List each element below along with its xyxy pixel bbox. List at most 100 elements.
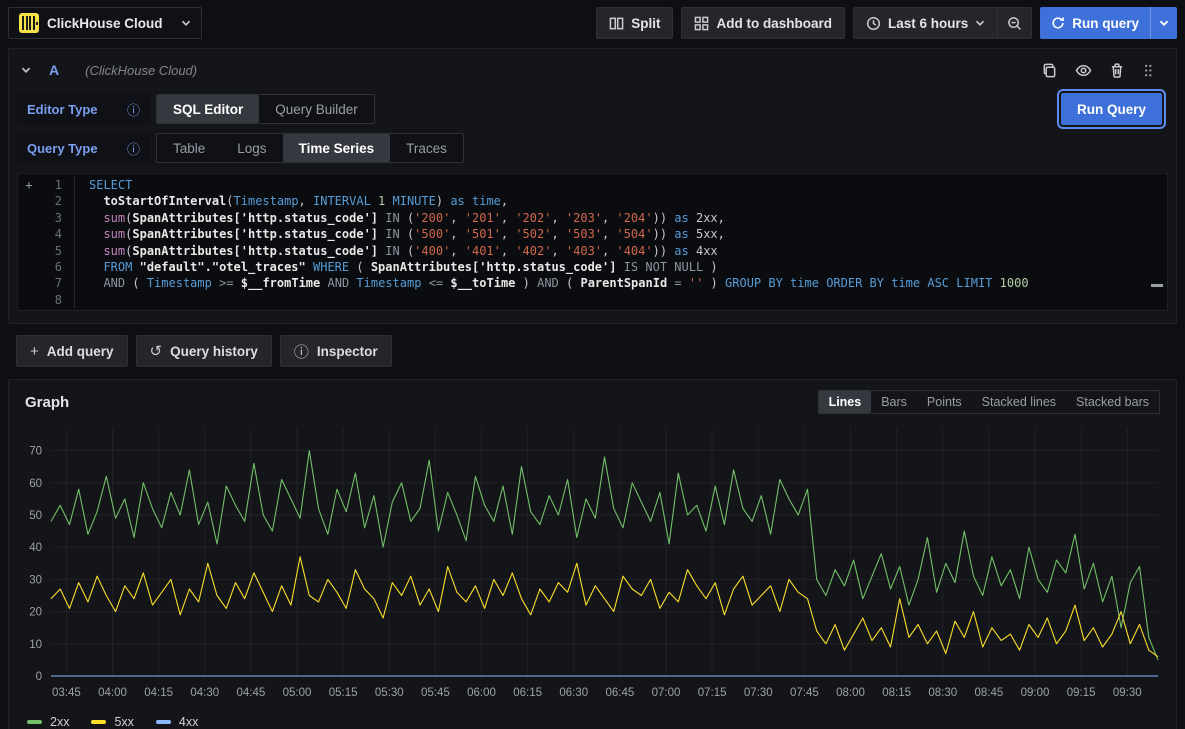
x-axis-tick-label: 06:30 — [559, 687, 588, 699]
query-type-time-series[interactable]: Time Series — [283, 134, 391, 162]
graph-mode-points[interactable]: Points — [917, 391, 972, 413]
graph-mode-lines[interactable]: Lines — [819, 391, 872, 413]
code-line-8[interactable]: 8 — [18, 292, 1167, 308]
run-query-dropdown-button[interactable] — [1151, 18, 1177, 28]
x-axis-tick-label: 08:30 — [928, 687, 957, 699]
line-number: 3 — [40, 210, 66, 226]
x-axis-tick-label: 06:45 — [605, 687, 634, 699]
gutter-add-icon — [18, 259, 40, 275]
y-axis-tick-label: 70 — [29, 446, 42, 458]
editor-type-sql-editor[interactable]: SQL Editor — [157, 95, 259, 123]
legend-label: 2xx — [50, 715, 69, 729]
x-axis-tick-label: 04:45 — [236, 687, 265, 699]
time-range-picker[interactable]: Last 6 hours — [853, 7, 998, 39]
gutter-add-icon — [18, 292, 40, 308]
line-number: 5 — [40, 243, 66, 259]
graph-panel-header: Graph LinesBarsPointsStacked linesStacke… — [17, 390, 1168, 414]
inspector-button[interactable]: ⓘ Inspector — [280, 335, 392, 367]
x-axis-tick-label: 03:45 — [52, 687, 81, 699]
graph-mode-bars[interactable]: Bars — [871, 391, 917, 413]
code-text — [74, 292, 1167, 308]
query-type-toggle: TableLogsTime SeriesTraces — [156, 133, 464, 163]
run-query-split-button: Run query — [1040, 7, 1177, 39]
y-axis-tick-label: 20 — [29, 607, 42, 619]
add-query-button[interactable]: + Add query — [16, 335, 128, 367]
line-number: 7 — [40, 275, 66, 291]
toggle-visibility-eye-icon[interactable] — [1075, 63, 1092, 78]
gutter-add-icon — [18, 210, 40, 226]
split-label: Split — [631, 16, 660, 31]
query-type-traces[interactable]: Traces — [390, 134, 463, 162]
chevron-down-icon — [181, 18, 191, 28]
code-text: FROM "default"."otel_traces" WHERE ( Spa… — [74, 259, 1167, 275]
y-axis-tick-label: 40 — [29, 542, 42, 554]
query-datasource-hint: (ClickHouse Cloud) — [85, 63, 1042, 78]
collapse-chevron-icon[interactable] — [21, 65, 31, 75]
legend-item-2xx[interactable]: 2xx — [27, 715, 69, 729]
info-icon[interactable]: ⓘ — [127, 139, 140, 158]
top-toolbar: ClickHouse Cloud Split Add to dashboard … — [0, 0, 1185, 46]
graph-mode-stacked-bars[interactable]: Stacked bars — [1066, 391, 1159, 413]
query-editor-panel: A (ClickHouse Cloud) Editor Type ⓘ SQL E… — [8, 48, 1177, 324]
duplicate-query-icon[interactable] — [1042, 63, 1057, 78]
gutter-add-icon — [18, 226, 40, 242]
code-text: toStartOfInterval(Timestamp, INTERVAL 1 … — [74, 193, 1167, 209]
editor-type-row: Editor Type ⓘ SQL EditorQuery Builder Ru… — [17, 93, 1168, 125]
x-axis-tick-label: 04:00 — [98, 687, 127, 699]
legend-item-4xx[interactable]: 4xx — [156, 715, 198, 729]
legend-color-swatch — [27, 720, 42, 724]
x-axis-tick-label: 05:00 — [283, 687, 312, 699]
magnifier-minus-icon — [1007, 16, 1022, 31]
code-text: sum(SpanAttributes['http.status_code'] I… — [74, 210, 1167, 226]
code-line-5[interactable]: 5 sum(SpanAttributes['http.status_code']… — [18, 243, 1167, 259]
delete-query-trash-icon[interactable] — [1110, 63, 1124, 78]
y-axis-tick-label: 50 — [29, 510, 42, 522]
run-query-label: Run query — [1072, 16, 1139, 31]
datasource-picker[interactable]: ClickHouse Cloud — [8, 7, 202, 39]
query-type-logs[interactable]: Logs — [221, 134, 282, 162]
run-query-button[interactable]: Run query — [1040, 16, 1150, 31]
drag-handle-grip-icon[interactable] — [1142, 63, 1154, 78]
line-number: 6 — [40, 259, 66, 275]
query-history-button[interactable]: ↺ Query history — [136, 335, 272, 367]
add-to-dashboard-button[interactable]: Add to dashboard — [681, 7, 845, 39]
x-axis-tick-label: 04:30 — [190, 687, 219, 699]
code-line-7[interactable]: 7 AND ( Timestamp >= $__fromTime AND Tim… — [18, 275, 1167, 291]
code-line-4[interactable]: 4 sum(SpanAttributes['http.status_code']… — [18, 226, 1167, 242]
code-line-6[interactable]: 6 FROM "default"."otel_traces" WHERE ( S… — [18, 259, 1167, 275]
time-range-label: Last 6 hours — [888, 16, 968, 31]
gutter-add-icon — [18, 193, 40, 209]
editor-cursor-marker — [1151, 284, 1163, 287]
time-series-chart[interactable]: 01020304050607003:4504:0004:1504:3004:45… — [17, 418, 1168, 710]
zoom-out-time-button[interactable] — [998, 7, 1032, 39]
graph-style-toggle: LinesBarsPointsStacked linesStacked bars — [818, 390, 1160, 414]
legend-color-swatch — [91, 720, 106, 724]
query-ref-id[interactable]: A — [49, 62, 59, 78]
gutter-add-icon — [18, 243, 40, 259]
code-line-2[interactable]: 2 toStartOfInterval(Timestamp, INTERVAL … — [18, 193, 1167, 209]
x-axis-tick-label: 07:30 — [744, 687, 773, 699]
query-type-row: Query Type ⓘ TableLogsTime SeriesTraces — [17, 133, 1168, 163]
dashboard-grid-icon — [694, 16, 709, 31]
history-icon: ↺ — [150, 342, 163, 360]
legend-item-5xx[interactable]: 5xx — [91, 715, 133, 729]
graph-mode-stacked-lines[interactable]: Stacked lines — [972, 391, 1066, 413]
sql-code-editor[interactable]: +1SELECT2 toStartOfInterval(Timestamp, I… — [17, 173, 1168, 311]
run-query-panel-button[interactable]: Run Query — [1061, 93, 1162, 125]
gutter-add-icon — [18, 275, 40, 291]
y-axis-tick-label: 30 — [29, 574, 42, 586]
editor-type-query-builder[interactable]: Query Builder — [259, 95, 374, 123]
y-axis-tick-label: 0 — [36, 671, 42, 683]
code-line-1[interactable]: +1SELECT — [18, 177, 1167, 193]
x-axis-tick-label: 08:15 — [882, 687, 911, 699]
x-axis-tick-label: 08:45 — [974, 687, 1003, 699]
query-type-table[interactable]: Table — [157, 134, 221, 162]
graph-panel-title: Graph — [25, 394, 69, 411]
y-axis-tick-label: 60 — [29, 478, 42, 490]
line-number: 4 — [40, 226, 66, 242]
gutter-add-icon[interactable]: + — [18, 177, 40, 193]
split-button[interactable]: Split — [596, 7, 673, 39]
clock-icon — [866, 16, 881, 31]
code-line-3[interactable]: 3 sum(SpanAttributes['http.status_code']… — [18, 210, 1167, 226]
info-icon[interactable]: ⓘ — [127, 100, 140, 119]
